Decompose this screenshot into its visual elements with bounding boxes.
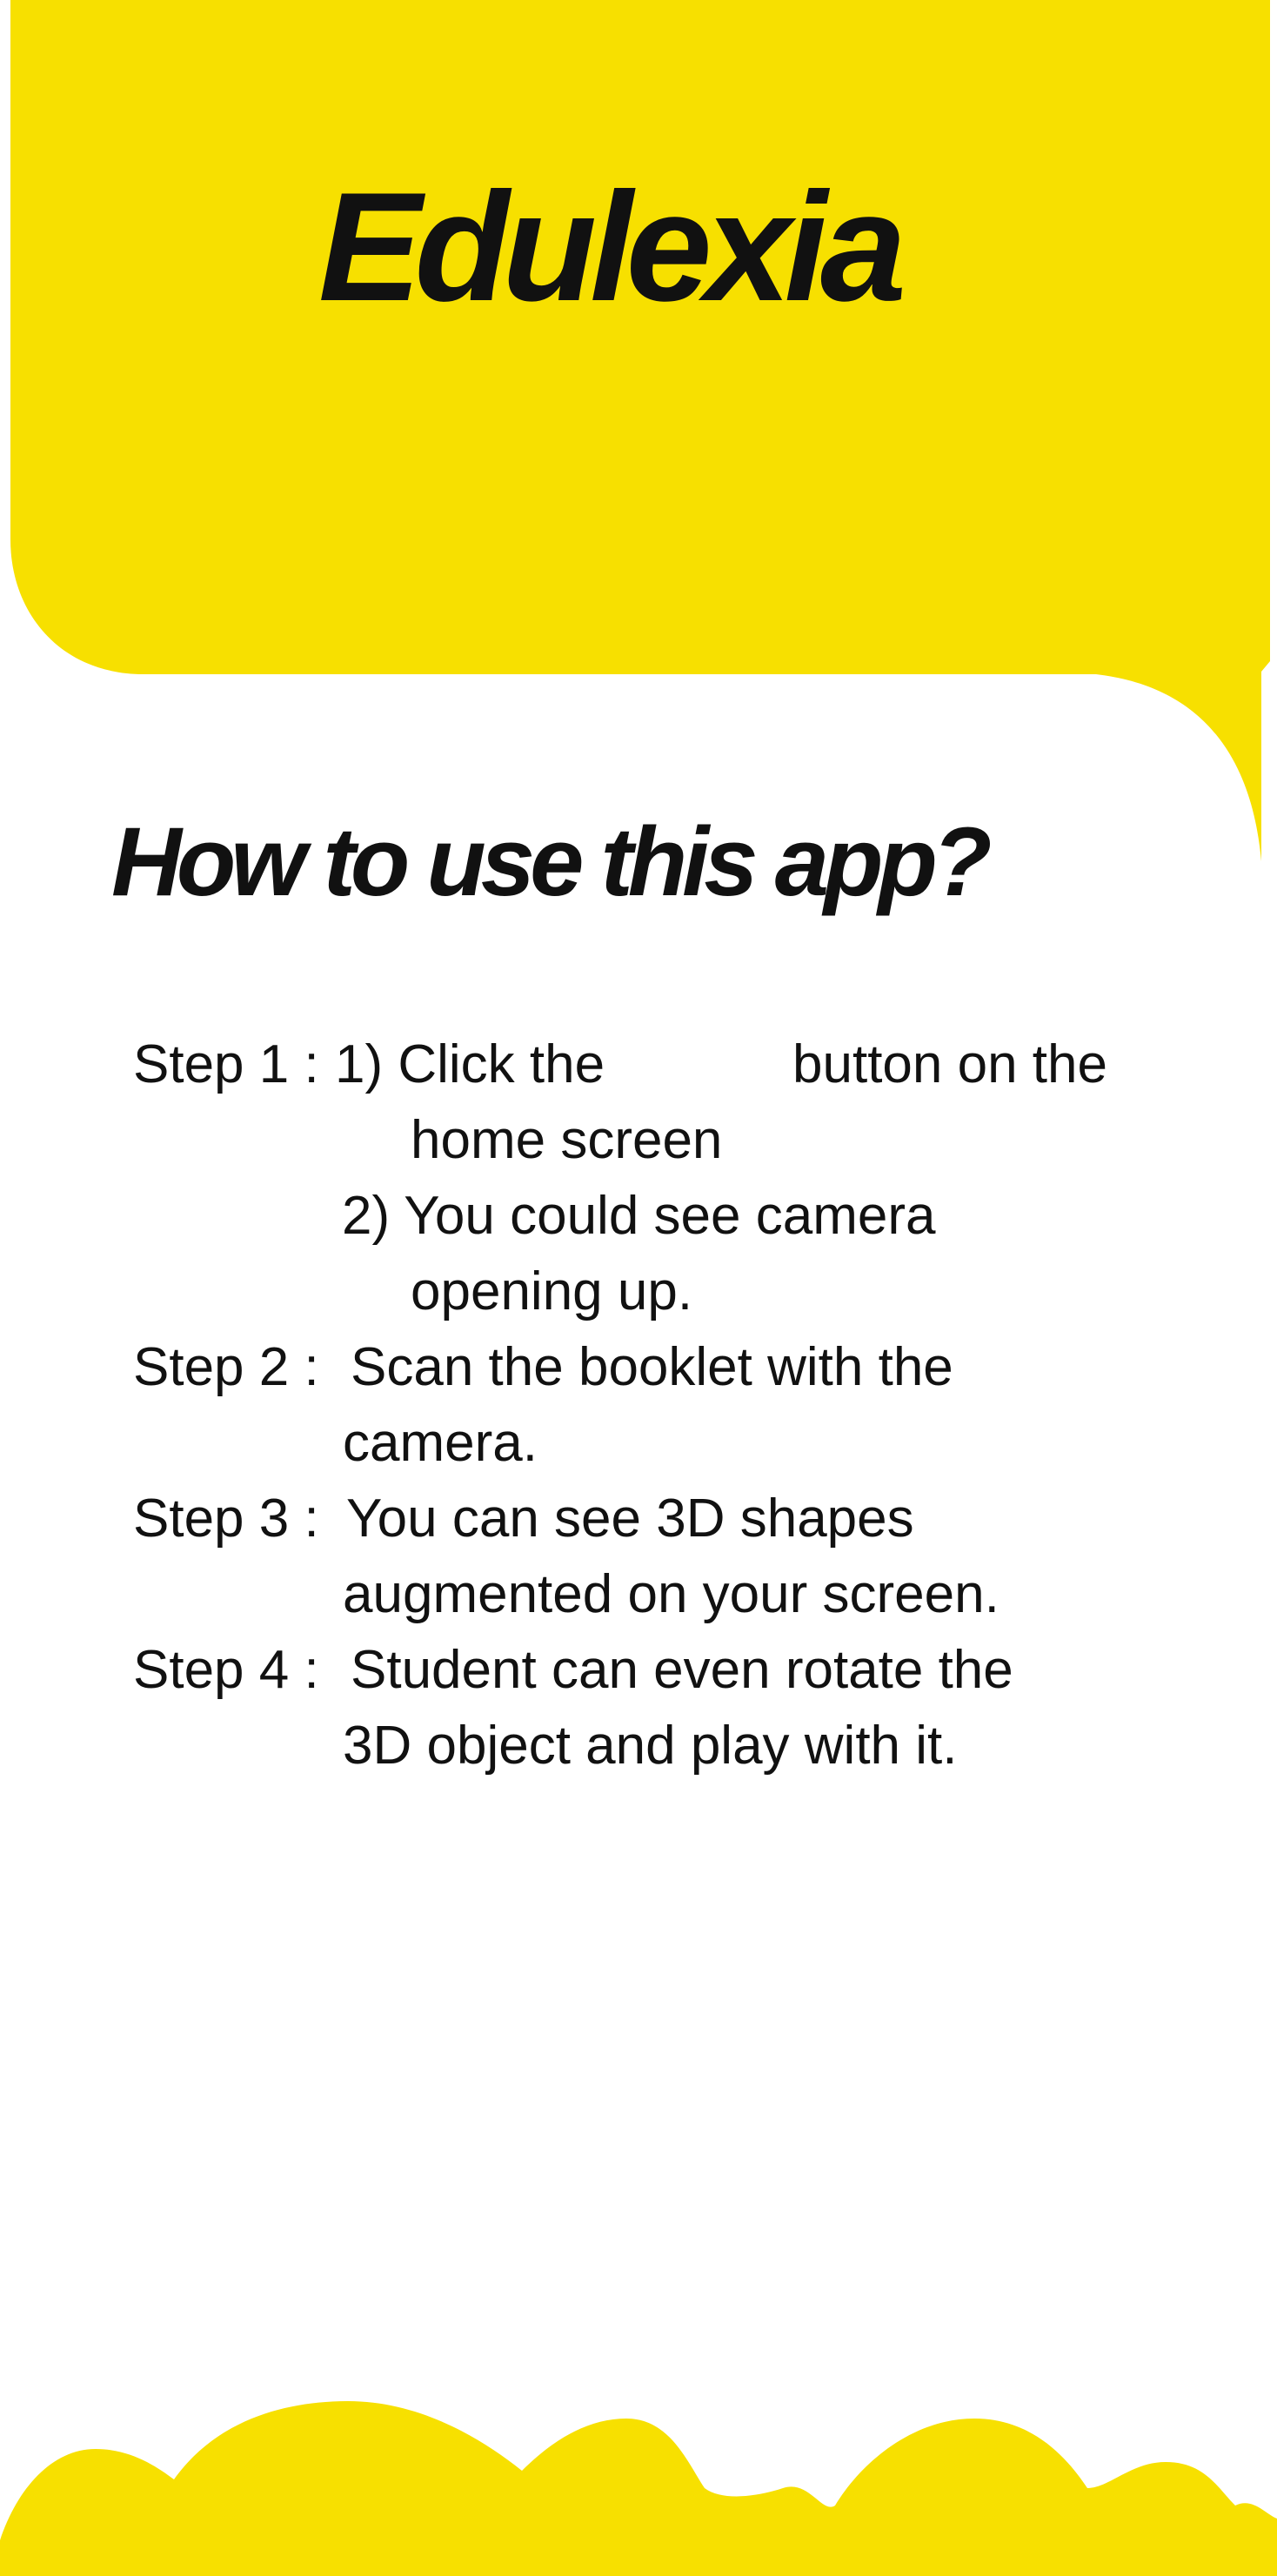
- step-1-line-4: opening up.: [411, 1261, 693, 1321]
- step-1-line-1-suffix: button on the: [792, 1034, 1107, 1094]
- header-banner: [10, 0, 1270, 861]
- step-2-label: Step 2 :: [133, 1337, 319, 1397]
- step-1-line-2: home screen: [411, 1110, 723, 1170]
- step-3-line-2: augmented on your screen.: [343, 1564, 1000, 1624]
- step-1-label: Step 1 :: [133, 1034, 319, 1094]
- step-1-line-1-prefix: 1) Click the: [335, 1034, 605, 1094]
- how-to-heading: How to use this app?: [111, 807, 992, 916]
- app-title: Edulexia: [318, 160, 906, 333]
- step-1-line-3: 2) You could see camera: [342, 1186, 936, 1246]
- step-4-line-2: 3D object and play with it.: [343, 1716, 958, 1776]
- step-2-line-2: camera.: [343, 1413, 538, 1473]
- step-4-label: Step 4 :: [133, 1640, 319, 1700]
- footer-wave: [0, 2401, 1277, 2576]
- step-3-label: Step 3 :: [133, 1489, 319, 1549]
- step-2-line-1: Scan the booklet with the: [351, 1337, 953, 1397]
- step-4-line-1: Student can even rotate the: [351, 1640, 1013, 1700]
- step-3-line-1: You can see 3D shapes: [346, 1489, 914, 1549]
